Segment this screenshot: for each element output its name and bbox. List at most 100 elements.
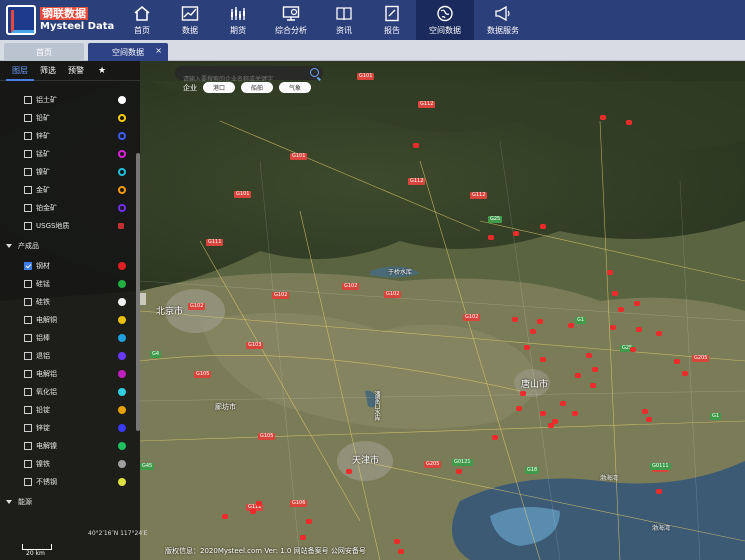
steel-marker[interactable] xyxy=(548,423,554,428)
layer-row[interactable]: 锰矿 xyxy=(0,145,136,163)
steel-marker[interactable] xyxy=(674,359,680,364)
steel-marker[interactable] xyxy=(222,514,228,519)
filter-port[interactable]: 港口 xyxy=(203,82,236,93)
steel-marker[interactable] xyxy=(682,371,688,376)
layer-checkbox[interactable] xyxy=(24,132,32,140)
layer-checkbox[interactable] xyxy=(24,424,32,432)
layer-row[interactable]: 锌锭 xyxy=(0,419,136,437)
search-icon[interactable] xyxy=(310,68,319,77)
group-energy[interactable]: 能源 xyxy=(6,497,32,507)
steel-marker[interactable] xyxy=(600,115,606,120)
layer-row[interactable]: 镍铁 xyxy=(0,455,136,473)
steel-marker[interactable] xyxy=(636,327,642,332)
steel-marker[interactable] xyxy=(346,469,352,474)
star-icon[interactable]: ★ xyxy=(90,66,114,76)
layer-checkbox[interactable] xyxy=(24,316,32,324)
steel-marker[interactable] xyxy=(646,417,652,422)
layer-row[interactable]: 铅锭 xyxy=(0,401,136,419)
sidebar-scrollbar[interactable] xyxy=(136,153,140,431)
layer-checkbox[interactable] xyxy=(24,370,32,378)
nav-item-news[interactable]: 资讯 xyxy=(320,0,368,40)
layer-checkbox[interactable] xyxy=(24,150,32,158)
filter-weather[interactable]: 气象 xyxy=(279,82,312,93)
layer-checkbox[interactable] xyxy=(24,388,32,396)
layer-row[interactable]: 钢材 xyxy=(0,257,136,275)
tab-layers[interactable]: 图层 xyxy=(6,61,34,81)
layer-row[interactable]: 硅锰 xyxy=(0,275,136,293)
steel-marker[interactable] xyxy=(537,319,543,324)
steel-marker[interactable] xyxy=(572,411,578,416)
steel-marker[interactable] xyxy=(610,325,616,330)
tab-spatial-data[interactable]: 空间数据 × xyxy=(88,43,168,61)
nav-item-spatial[interactable]: 空间数据 xyxy=(416,0,474,40)
steel-marker[interactable] xyxy=(560,401,566,406)
tab-home[interactable]: 首页 xyxy=(4,43,84,61)
steel-marker[interactable] xyxy=(540,357,546,362)
tab-alert[interactable]: 预警 xyxy=(62,61,90,81)
steel-marker[interactable] xyxy=(642,409,648,414)
layer-checkbox[interactable] xyxy=(24,442,32,450)
layer-checkbox[interactable] xyxy=(24,168,32,176)
layer-row[interactable]: USGS地质 xyxy=(0,217,136,235)
layer-row[interactable]: 金矿 xyxy=(0,181,136,199)
nav-item-service[interactable]: 数据服务 xyxy=(474,0,532,40)
layer-row[interactable]: 镍矿 xyxy=(0,163,136,181)
steel-marker[interactable] xyxy=(630,347,636,352)
layer-row[interactable]: 退铝 xyxy=(0,347,136,365)
layer-checkbox[interactable] xyxy=(24,460,32,468)
steel-marker[interactable] xyxy=(513,231,519,236)
steel-marker[interactable] xyxy=(540,411,546,416)
steel-marker[interactable] xyxy=(618,307,624,312)
layer-row[interactable]: 电解铝 xyxy=(0,365,136,383)
layer-row[interactable]: 锌矿 xyxy=(0,127,136,145)
steel-marker[interactable] xyxy=(492,435,498,440)
steel-marker[interactable] xyxy=(398,549,404,554)
group-products[interactable]: 产成品 xyxy=(6,241,39,251)
layer-row[interactable]: 电解铜 xyxy=(0,311,136,329)
layer-checkbox[interactable] xyxy=(24,96,32,104)
steel-marker[interactable] xyxy=(540,224,546,229)
logo[interactable]: 钢联数据 Mysteel Data xyxy=(0,0,118,40)
steel-marker[interactable] xyxy=(516,406,522,411)
steel-marker[interactable] xyxy=(530,329,536,334)
steel-marker[interactable] xyxy=(520,391,526,396)
steel-marker[interactable] xyxy=(656,331,662,336)
close-icon[interactable]: × xyxy=(155,46,162,55)
sidebar-collapse-handle[interactable] xyxy=(140,293,146,305)
layer-checkbox[interactable] xyxy=(24,262,32,270)
layer-row[interactable]: 硅铁 xyxy=(0,293,136,311)
layer-checkbox[interactable] xyxy=(24,478,32,486)
nav-item-home[interactable]: 首页 xyxy=(118,0,166,40)
steel-marker[interactable] xyxy=(488,235,494,240)
steel-marker[interactable] xyxy=(586,353,592,358)
nav-item-data[interactable]: 数据 xyxy=(166,0,214,40)
steel-marker[interactable] xyxy=(394,539,400,544)
steel-marker[interactable] xyxy=(612,291,618,296)
steel-marker[interactable] xyxy=(306,519,312,524)
layer-row[interactable]: 铝土矿 xyxy=(0,91,136,109)
steel-marker[interactable] xyxy=(592,367,598,372)
nav-item-report[interactable]: 报告 xyxy=(368,0,416,40)
layer-row[interactable]: 铅矿 xyxy=(0,109,136,127)
steel-marker[interactable] xyxy=(300,535,306,540)
layer-checkbox[interactable] xyxy=(24,114,32,122)
steel-marker[interactable] xyxy=(413,143,419,148)
tab-filter[interactable]: 筛选 xyxy=(34,61,62,81)
layer-row[interactable]: 氧化铝 xyxy=(0,383,136,401)
steel-marker[interactable] xyxy=(634,301,640,306)
layer-row[interactable]: 电解镍 xyxy=(0,437,136,455)
steel-marker[interactable] xyxy=(626,120,632,125)
layer-checkbox[interactable] xyxy=(24,298,32,306)
steel-marker[interactable] xyxy=(250,509,256,514)
layer-checkbox[interactable] xyxy=(24,222,32,230)
steel-marker[interactable] xyxy=(512,317,518,322)
steel-marker[interactable] xyxy=(568,323,574,328)
steel-marker[interactable] xyxy=(607,270,613,275)
steel-marker[interactable] xyxy=(256,501,262,506)
layer-checkbox[interactable] xyxy=(24,204,32,212)
filter-enterprise[interactable]: 企业 xyxy=(183,83,197,93)
steel-marker[interactable] xyxy=(590,383,596,388)
steel-marker[interactable] xyxy=(524,345,530,350)
layer-row[interactable]: 铂金矿 xyxy=(0,199,136,217)
layer-checkbox[interactable] xyxy=(24,280,32,288)
